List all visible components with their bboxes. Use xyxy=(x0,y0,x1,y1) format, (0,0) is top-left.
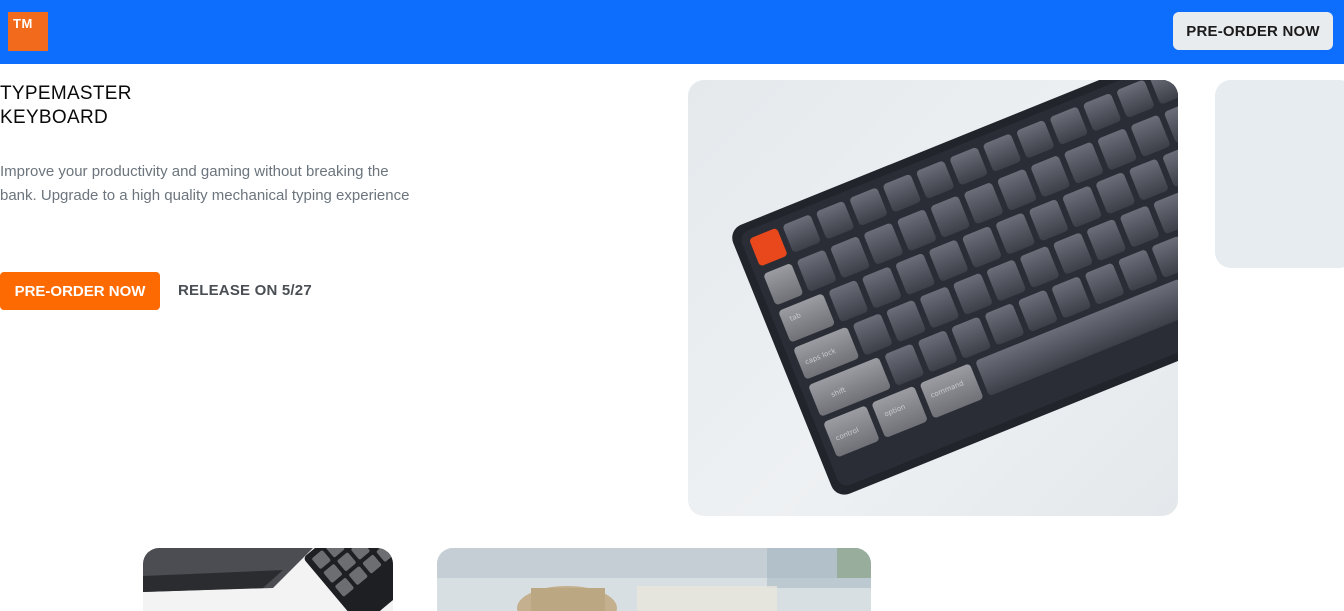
side-preview-card xyxy=(1215,80,1344,268)
hero-keyboard-image: tab caps lock shift control option comma… xyxy=(688,80,1178,516)
keyboard-illustration: tab caps lock shift control option comma… xyxy=(732,80,1178,495)
keyboard-closeup-illustration xyxy=(143,548,393,611)
hero-title-line1: TYPEMASTER xyxy=(0,83,132,104)
top-navbar: TM PRE-ORDER NOW xyxy=(0,0,1344,64)
brand-logo[interactable]: TM xyxy=(8,12,48,51)
hero-preorder-button[interactable]: PRE-ORDER NOW xyxy=(0,272,160,310)
thumbnail-desk-photo[interactable] xyxy=(437,548,871,611)
desk-blurred-illustration xyxy=(437,548,871,611)
hero-title-line2: KEYBOARD xyxy=(0,107,108,128)
hero-title: TYPEMASTER KEYBOARD xyxy=(0,82,300,130)
release-date-text: RELEASE ON 5/27 xyxy=(178,282,312,299)
thumbnail-keyboard-closeup[interactable] xyxy=(143,548,393,611)
header-preorder-button[interactable]: PRE-ORDER NOW xyxy=(1173,12,1333,50)
hero-description: Improve your productivity and gaming wit… xyxy=(0,163,410,204)
